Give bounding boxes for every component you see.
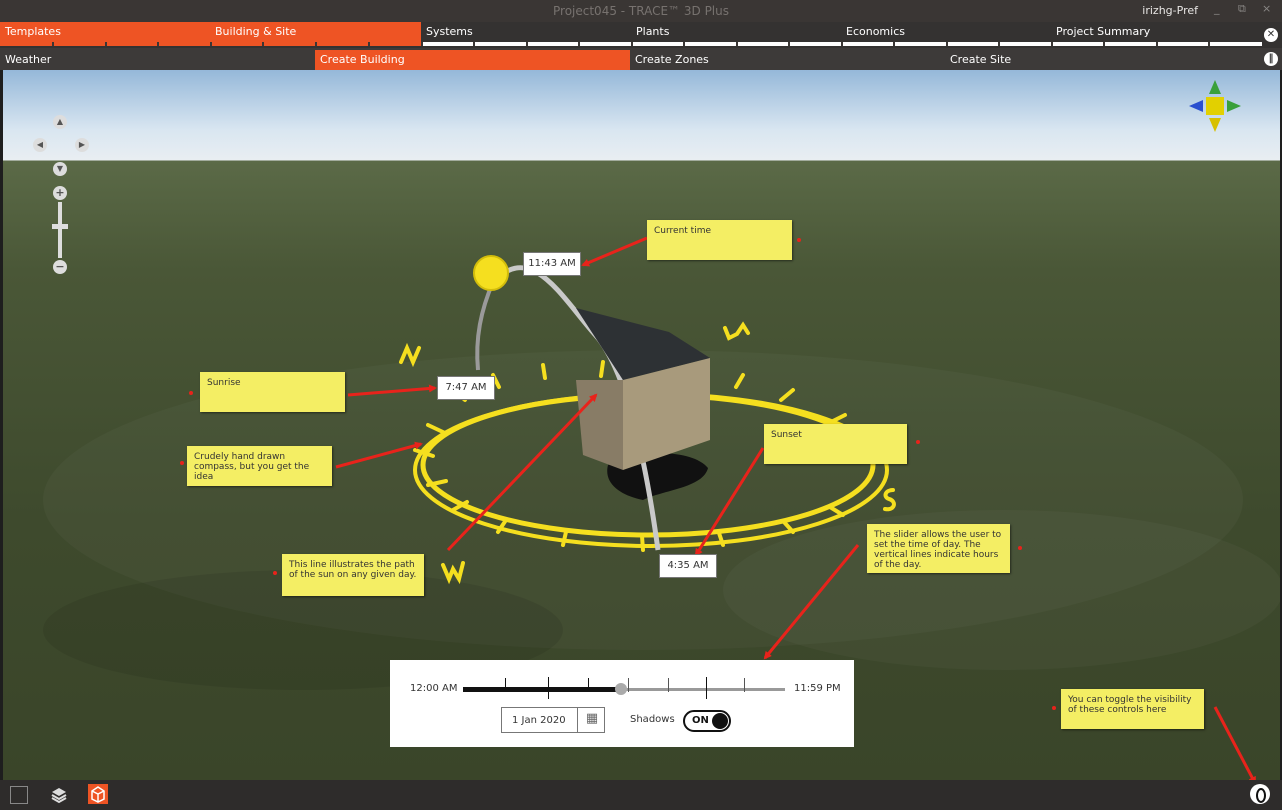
title-bar: Project045 - TRACE™ 3D Plus irizhg-Pref … xyxy=(0,0,1282,22)
calendar-icon[interactable]: ▦ xyxy=(577,708,606,732)
tab-plants[interactable]: Plants xyxy=(631,22,841,42)
sunset-time-label: 4:35 AM xyxy=(659,554,717,578)
building-model xyxy=(576,308,710,470)
note-sunrise: Sunrise xyxy=(200,372,345,412)
time-slider-panel: 12:00 AM 11:59 PM 1 Jan 2020 ▦ Shadows O… xyxy=(390,660,854,747)
hour-tick xyxy=(744,678,745,692)
floorplan-icon[interactable] xyxy=(10,786,28,804)
note-sunset: Sunset xyxy=(764,424,907,464)
sub-nav: Weather Create Building Create Zones Cre… xyxy=(0,48,1282,70)
main-nav: Templates Building & Site Systems Plants… xyxy=(0,22,1282,48)
sun-icon xyxy=(473,255,509,291)
hour-tick xyxy=(668,678,669,692)
hour-tick xyxy=(628,678,629,692)
subtab-create-site[interactable]: Create Site xyxy=(945,50,1260,70)
bottom-toolbar xyxy=(0,780,1282,810)
note-sun-path: This line illustrates the path of the su… xyxy=(282,554,424,596)
shadows-label: Shadows xyxy=(630,714,675,725)
time-slider-handle[interactable] xyxy=(614,683,627,695)
subtab-create-building[interactable]: Create Building xyxy=(315,50,630,70)
tab-building-site[interactable]: Building & Site xyxy=(210,22,421,42)
hour-tick xyxy=(706,677,707,699)
window-title: Project045 - TRACE™ 3D Plus xyxy=(553,4,729,18)
pan-up-button[interactable]: ▲ xyxy=(53,115,67,129)
user-name[interactable]: irizhg-Pref xyxy=(1142,4,1198,17)
zoom-in-button[interactable]: + xyxy=(53,186,67,200)
progress-ticks xyxy=(0,42,1262,46)
time-slider-fill xyxy=(463,687,621,692)
zoom-slider-handle[interactable] xyxy=(52,224,68,229)
orientation-gizmo-icon[interactable] xyxy=(1187,78,1243,134)
current-time-label: 11:43 AM xyxy=(523,252,581,276)
building-mode-icon[interactable] xyxy=(88,784,108,804)
date-field[interactable]: 1 Jan 2020 ▦ xyxy=(501,707,605,733)
close-window-button[interactable]: × xyxy=(1262,2,1271,15)
shadows-toggle[interactable]: ON xyxy=(683,710,731,732)
tab-project-summary[interactable]: Project Summary xyxy=(1051,22,1262,42)
minimize-button[interactable]: _ xyxy=(1214,2,1220,15)
zoom-slider-track[interactable] xyxy=(58,202,62,258)
tab-systems[interactable]: Systems xyxy=(421,22,631,42)
eye-icon xyxy=(1256,788,1266,803)
restore-button[interactable]: ⧉ xyxy=(1238,2,1246,16)
toggle-controls-button[interactable] xyxy=(1250,784,1270,804)
subtab-weather[interactable]: Weather xyxy=(0,50,315,70)
tab-economics[interactable]: Economics xyxy=(841,22,1051,42)
time-slider-track[interactable] xyxy=(463,677,785,699)
tab-templates[interactable]: Templates xyxy=(0,22,210,42)
slider-end-label: 11:59 PM xyxy=(794,683,841,694)
zoom-out-button[interactable]: − xyxy=(53,260,67,274)
note-toggle: You can toggle the visibility of these c… xyxy=(1061,689,1204,729)
hour-tick xyxy=(588,678,589,692)
note-current-time: Current time xyxy=(647,220,792,260)
toggle-knob xyxy=(712,713,728,729)
slider-start-label: 12:00 AM xyxy=(410,683,458,694)
pan-down-button[interactable]: ▼ xyxy=(53,162,67,176)
shadows-toggle-state: ON xyxy=(692,715,709,726)
close-icon[interactable]: ✕ xyxy=(1264,28,1278,42)
hour-tick xyxy=(505,678,506,692)
date-value: 1 Jan 2020 xyxy=(512,715,566,726)
note-slider: The slider allows the user to set the ti… xyxy=(867,524,1010,573)
statistics-icon[interactable]: ‖ xyxy=(1264,52,1278,66)
subtab-create-zones[interactable]: Create Zones xyxy=(630,50,945,70)
hour-tick xyxy=(548,677,549,699)
note-compass: Crudely hand drawn compass, but you get … xyxy=(187,446,332,486)
sunrise-time-label: 7:47 AM xyxy=(437,376,495,400)
pan-right-button[interactable]: ▶ xyxy=(75,138,89,152)
layers-icon[interactable] xyxy=(50,786,68,804)
pan-left-button[interactable]: ◀ xyxy=(33,138,47,152)
